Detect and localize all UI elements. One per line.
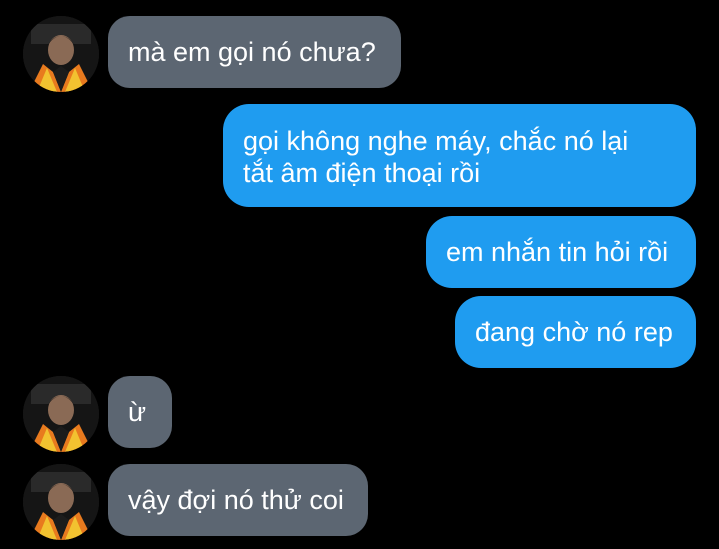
profile-photo-icon (23, 376, 99, 452)
profile-photo-icon (23, 16, 99, 92)
message-text-line: gọi không nghe máy, chắc nó lại (243, 126, 629, 156)
outgoing-message-bubble[interactable]: em nhắn tin hỏi rồi (426, 216, 696, 288)
message-text-line: tắt âm điện thoại rồi (243, 158, 481, 188)
incoming-message-bubble[interactable]: vậy đợi nó thử coi (108, 464, 368, 536)
message-text: vậy đợi nó thử coi (128, 485, 344, 515)
avatar[interactable] (23, 376, 99, 452)
message-text: đang chờ nó rep (475, 317, 673, 347)
message-text: ừ (128, 397, 147, 427)
incoming-message-bubble[interactable]: mà em gọi nó chưa? (108, 16, 401, 88)
avatar[interactable] (23, 464, 99, 540)
outgoing-message-bubble[interactable]: gọi không nghe máy, chắc nó lại tắt âm đ… (223, 104, 696, 207)
outgoing-message-bubble[interactable]: đang chờ nó rep (455, 296, 696, 368)
profile-photo-icon (23, 464, 99, 540)
message-text: em nhắn tin hỏi rồi (446, 237, 669, 267)
incoming-message-bubble[interactable]: ừ (108, 376, 172, 448)
message-text: mà em gọi nó chưa? (128, 37, 376, 67)
avatar[interactable] (23, 16, 99, 92)
